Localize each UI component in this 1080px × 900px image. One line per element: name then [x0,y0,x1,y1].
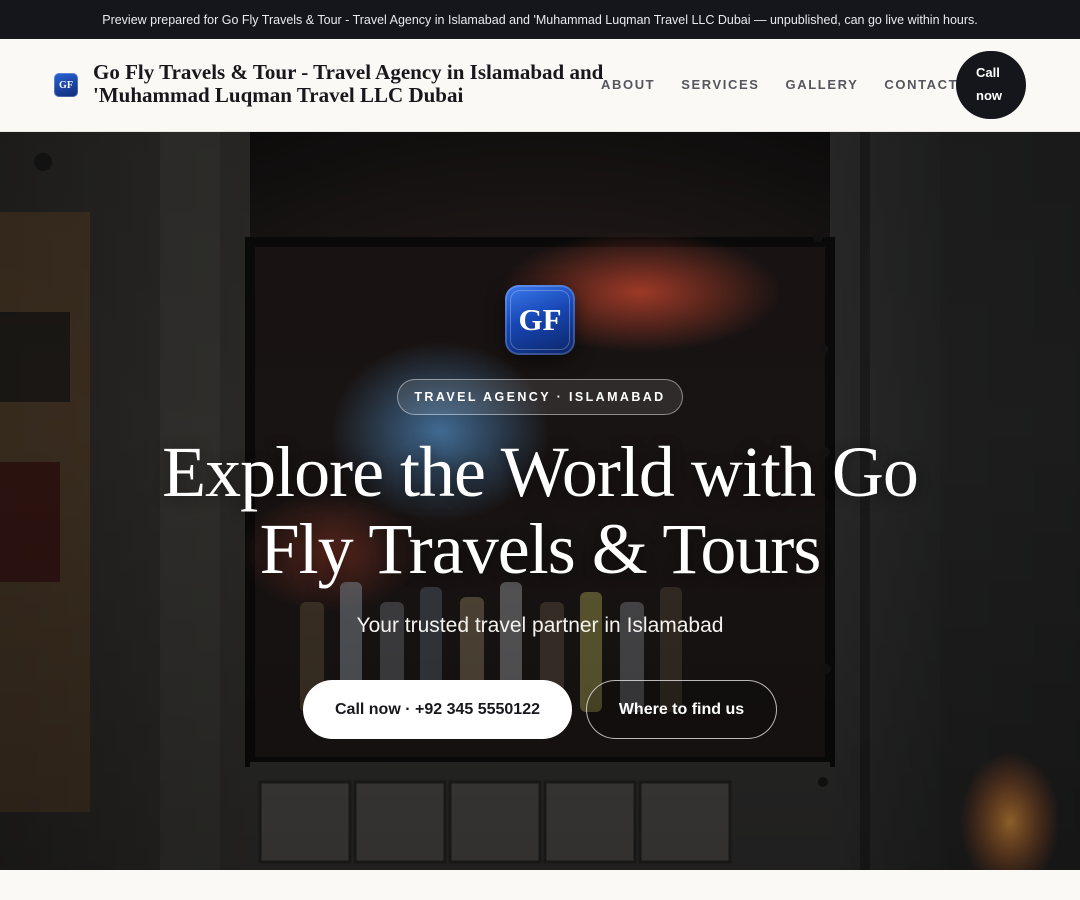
hero-title: Explore the World with Go Fly Travels & … [162,432,919,589]
hero-logo: GF [505,285,575,355]
next-section-edge [0,870,1080,900]
call-now-button[interactable]: Call now · +92 345 5550122 [303,680,572,739]
brand-logo[interactable]: GF [54,73,78,97]
main-nav: ABOUT SERVICES GALLERY CONTACT [601,77,958,92]
hero-subtitle: Your trusted travel partner in Islamabad [356,614,724,637]
nav-link-services[interactable]: SERVICES [681,77,759,92]
where-to-find-us-button[interactable]: Where to find us [586,680,777,739]
hero-section: GF TRAVEL AGENCY · ISLAMABAD Explore the… [0,132,1080,870]
nav-link-about[interactable]: ABOUT [601,77,655,92]
brand-name[interactable]: Go Fly Travels & Tour - Travel Agency in… [93,61,605,107]
nav-link-contact[interactable]: CONTACT [884,77,958,92]
preview-banner: Preview prepared for Go Fly Travels & To… [0,0,1080,39]
site-header: GF Go Fly Travels & Tour - Travel Agency… [0,39,1080,132]
hero-badge: TRAVEL AGENCY · ISLAMABAD [397,379,683,415]
preview-banner-text: Preview prepared for Go Fly Travels & To… [102,12,978,27]
header-call-button[interactable]: Call now [956,51,1026,119]
nav-link-gallery[interactable]: GALLERY [786,77,859,92]
